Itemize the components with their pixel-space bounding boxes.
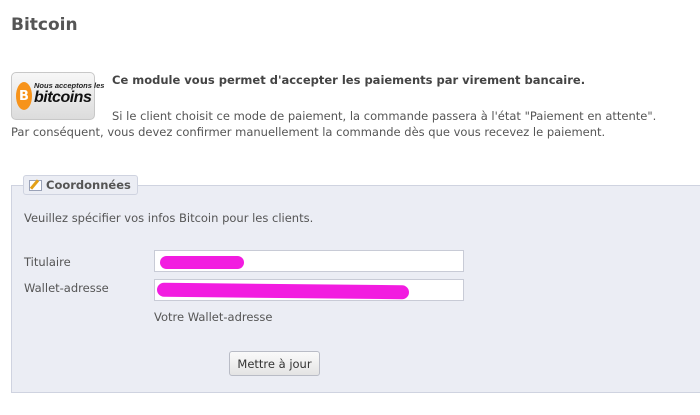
update-button[interactable]: Mettre à jour bbox=[229, 351, 320, 376]
bitcoin-icon: B bbox=[16, 82, 32, 110]
titulaire-label: Titulaire bbox=[24, 255, 71, 269]
page-title: Bitcoin bbox=[11, 15, 78, 35]
wallet-address-input[interactable] bbox=[154, 279, 464, 301]
fieldset-legend: Coordonnées bbox=[23, 175, 138, 195]
wallet-hint: Votre Wallet-adresse bbox=[154, 310, 273, 324]
legend-label: Coordonnées bbox=[46, 178, 131, 192]
form-instruction: Veuillez spécifier vos infos Bitcoin pou… bbox=[24, 211, 314, 225]
manual-confirm-text: Par conséquent, vous devez confirmer man… bbox=[11, 125, 606, 139]
bitcoin-accepted-logo: B Nous acceptons les bitcoins bbox=[11, 72, 104, 120]
payment-state-text: Si le client choisit ce mode de paiement… bbox=[112, 109, 657, 123]
module-description: Ce module vous permet d'accepter les pai… bbox=[112, 73, 586, 87]
logo-big-text: bitcoins bbox=[34, 89, 92, 106]
edit-icon bbox=[29, 179, 42, 191]
wallet-label: Wallet-adresse bbox=[24, 281, 109, 295]
titulaire-input[interactable] bbox=[154, 250, 464, 272]
